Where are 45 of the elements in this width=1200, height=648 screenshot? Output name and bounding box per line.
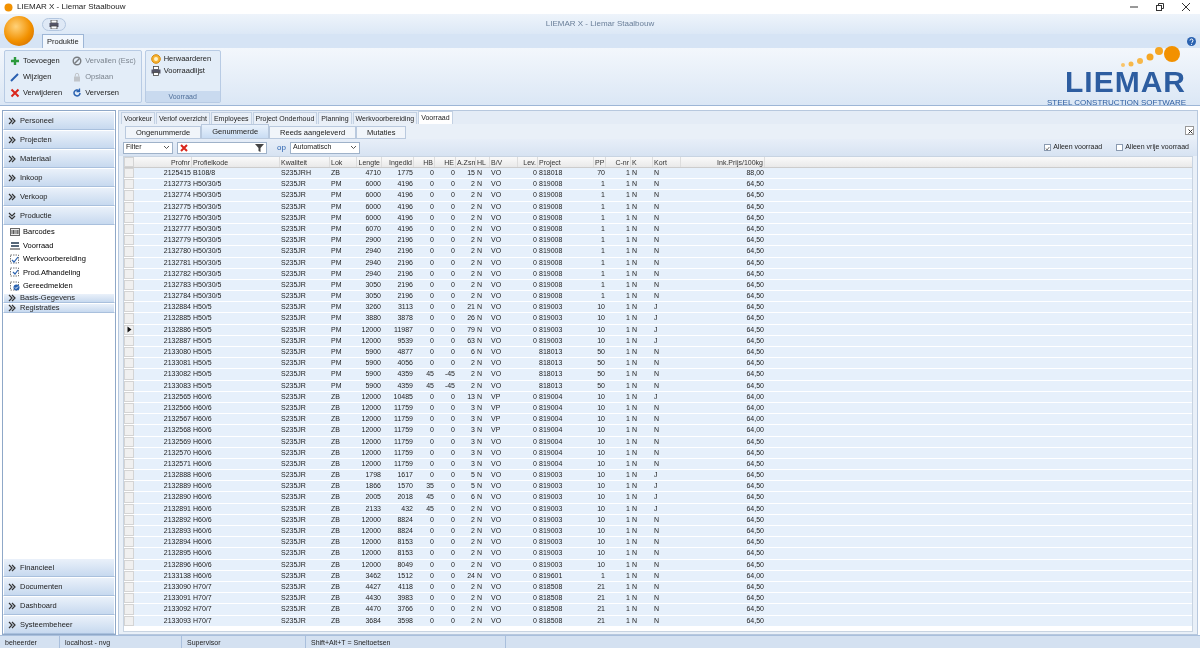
barcode-icon (10, 226, 20, 237)
caret-icon (349, 145, 357, 150)
chevron-icon (8, 211, 16, 220)
close-icon[interactable] (1186, 127, 1195, 136)
chevron-icon (8, 582, 16, 591)
funnel-icon[interactable] (255, 143, 264, 152)
chevron-icon (8, 563, 16, 572)
minimize-icon[interactable] (1130, 3, 1138, 11)
row-pointer-icon (127, 326, 132, 334)
logo-text: LIEMAR (1065, 66, 1186, 97)
chevron-icon (8, 173, 16, 182)
pencil-icon (10, 72, 20, 82)
filter-input[interactable] (177, 141, 267, 154)
logo-tagline: STEEL CONSTRUCTION SOFTWARE (1047, 96, 1186, 109)
refresh-icon (72, 88, 83, 98)
clear-icon[interactable] (180, 143, 188, 152)
checkbox[interactable] (1116, 144, 1124, 151)
checkbox[interactable] (1044, 144, 1052, 151)
check-badge-icon (10, 280, 20, 291)
row-selector[interactable] (124, 324, 134, 335)
help-icon[interactable] (1187, 37, 1196, 46)
app-icon (4, 2, 13, 12)
checklist-icon (10, 253, 20, 264)
stack-icon (10, 240, 20, 251)
restore-icon[interactable] (1156, 3, 1164, 11)
checklist-icon (10, 267, 20, 278)
chevron-icon (8, 601, 16, 610)
no-entry-icon (72, 56, 83, 66)
close-icon[interactable] (1182, 3, 1190, 11)
chevron-icon (8, 192, 16, 201)
op-label: op (277, 141, 286, 154)
plus-icon (10, 56, 20, 66)
cross-icon (10, 88, 20, 98)
chevron-icon (8, 116, 16, 125)
chevron-icon (8, 620, 16, 629)
window-title: LIEMAR X - Liemar Staalbouw (17, 1, 126, 13)
app-menu-button[interactable] (4, 16, 34, 46)
window-caption: LIEMAR X - Liemar Staalbouw (545, 19, 655, 28)
caret-icon (163, 145, 170, 150)
lock-icon (72, 72, 83, 82)
chevron-icon (8, 135, 16, 144)
coin-icon (150, 54, 161, 64)
printer-icon[interactable] (49, 19, 59, 29)
printer-icon (150, 66, 161, 76)
chevron-icon (8, 154, 16, 163)
